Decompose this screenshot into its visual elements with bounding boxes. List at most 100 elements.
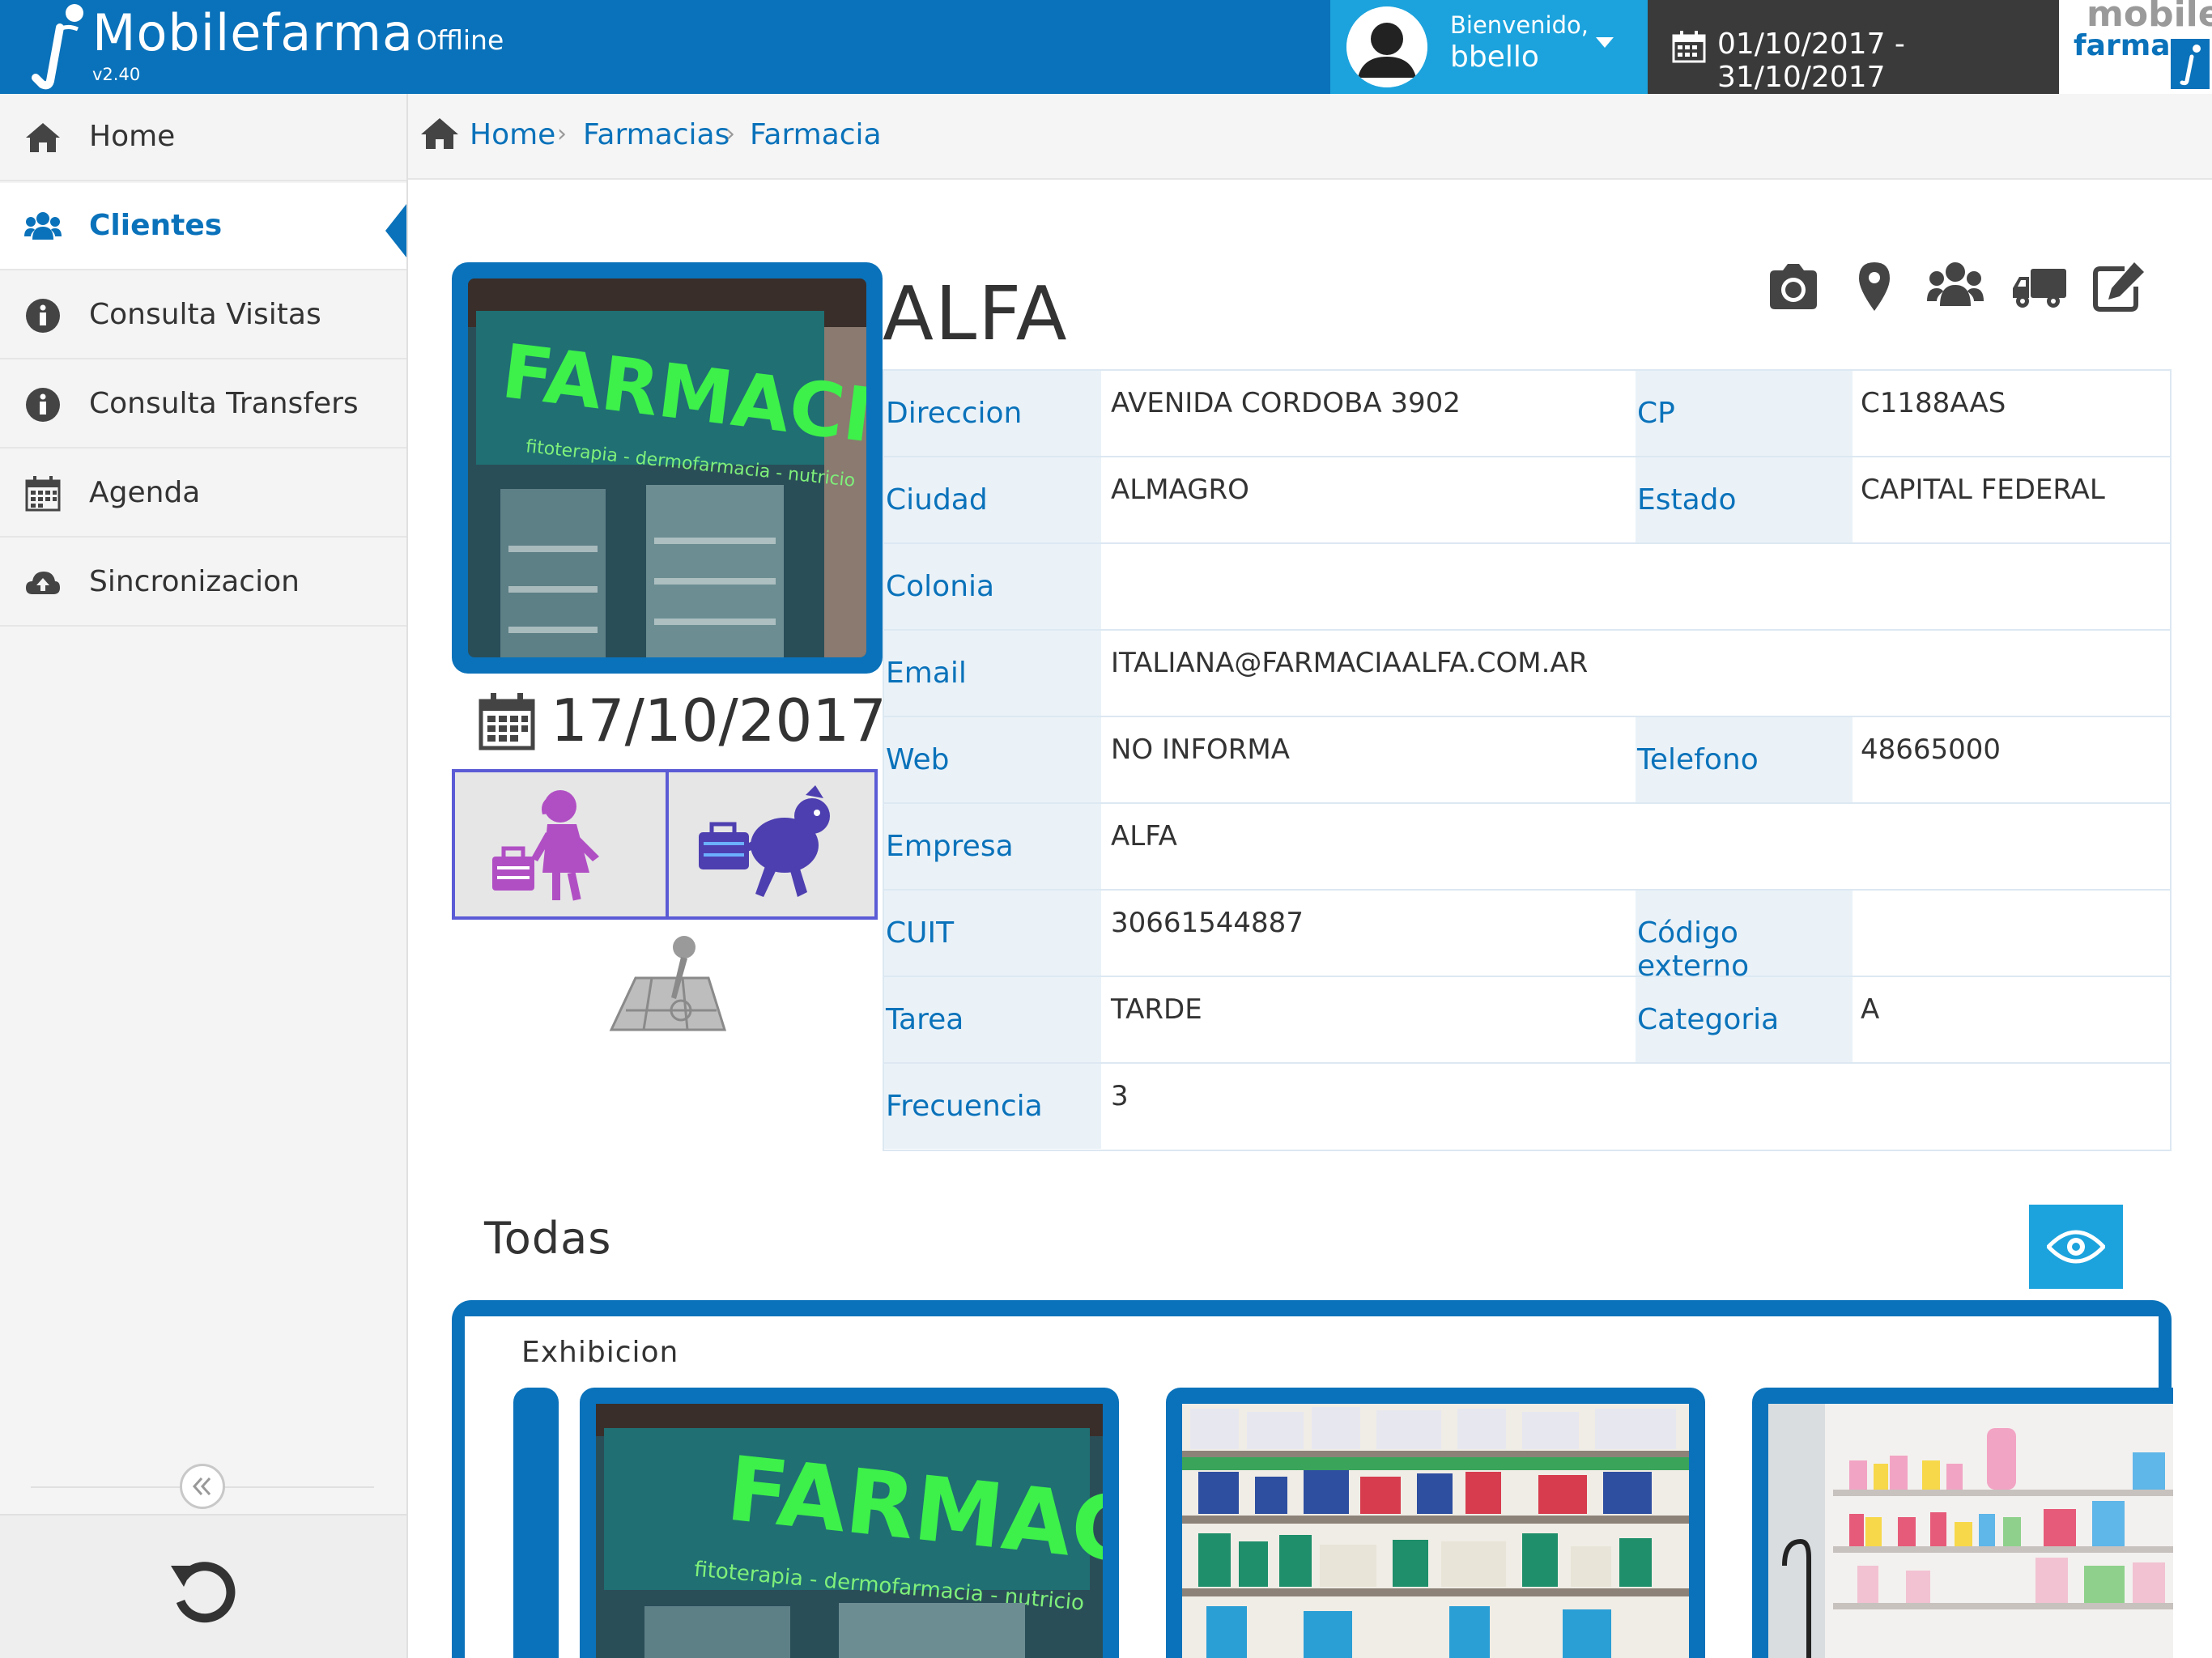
- sidebar-item-label: Consulta Visitas: [89, 298, 321, 331]
- storefront-illustration: FARMACIA fitoterapia - dermofarmacia - n…: [596, 1404, 1103, 1658]
- camera-icon[interactable]: [1765, 259, 1822, 312]
- home-icon[interactable]: [419, 115, 460, 151]
- sidebar-item-agenda[interactable]: Agenda: [0, 450, 406, 538]
- welcome-text: Bienvenido,: [1450, 11, 1589, 39]
- shelf-illustration: [1182, 1404, 1689, 1658]
- view-button[interactable]: [2029, 1205, 2123, 1289]
- truck-icon[interactable]: [2011, 259, 2068, 312]
- field-value-estado: CAPITAL FEDERAL: [1861, 474, 2105, 506]
- field-value-tarea: TARDE: [1111, 993, 1202, 1026]
- field-label-frecuencia: Frecuencia: [884, 1064, 1101, 1149]
- collapse-sidebar-button[interactable]: [180, 1464, 225, 1509]
- storefront-illustration: FARMACIA fitoterapia - dermofarmacia - n…: [468, 278, 866, 657]
- storefront-image: FARMACIA fitoterapia - dermofarmacia - n…: [468, 278, 866, 657]
- field-label-cuit: CUIT: [884, 891, 1101, 976]
- sidebar-item-label: Clientes: [89, 209, 223, 242]
- female-visitor-icon[interactable]: [470, 779, 648, 912]
- client-photo[interactable]: FARMACIA fitoterapia - dermofarmacia - n…: [452, 262, 883, 674]
- table-row: Ciudad ALMAGRO Estado CAPITAL FEDERAL: [884, 457, 2170, 544]
- info-icon: [26, 299, 60, 333]
- calendar-icon: [25, 476, 61, 512]
- field-value-empresa: ALFA: [1111, 820, 1177, 852]
- field-label-direccion: Direccion: [884, 371, 1101, 456]
- field-label-estado: Estado: [1636, 457, 1853, 542]
- sidebar-item-sincronizacion[interactable]: Sincronizacion: [0, 539, 406, 627]
- gallery-title: Todas: [484, 1213, 612, 1264]
- calendar-icon: [1672, 31, 1706, 63]
- chevron-down-icon[interactable]: [1596, 37, 1614, 48]
- table-row: Tarea TARDE Categoria A: [884, 977, 2170, 1064]
- map-marker-icon[interactable]: [1846, 259, 1903, 312]
- breadcrumb: Home › Farmacias › Farmacia: [408, 94, 2212, 180]
- field-value-frecuencia: 3: [1111, 1080, 1129, 1112]
- date-range-picker[interactable]: 01/10/2017 - 31/10/2017: [1648, 0, 2059, 94]
- field-label-web: Web: [884, 717, 1101, 802]
- client-name: ALFA: [883, 270, 1069, 357]
- field-value-cp: C1188AAS: [1861, 387, 2006, 419]
- field-value-direccion: AVENIDA CORDOBA 3902: [1111, 387, 1461, 419]
- avatar: [1346, 6, 1427, 87]
- field-label-email: Email: [884, 631, 1101, 716]
- user-menu[interactable]: Bienvenido, bbello: [1330, 0, 1648, 94]
- sidebar-item-label: Consulta Transfers: [89, 387, 359, 420]
- visit-date: 17/10/2017: [551, 687, 887, 755]
- sidebar-item-home[interactable]: Home: [0, 94, 406, 181]
- home-icon: [26, 123, 60, 152]
- field-label-cp: CP: [1636, 371, 1853, 456]
- sidebar-item-consulta-transfers[interactable]: Consulta Transfers: [0, 361, 406, 449]
- edit-icon[interactable]: [2092, 259, 2149, 312]
- calendar-icon: [479, 693, 535, 750]
- table-row: CUIT 30661544887 Código externo: [884, 891, 2170, 983]
- brand-logo: mobile farma: [2059, 0, 2212, 94]
- app-logo-icon: [32, 4, 83, 90]
- table-row: Frecuencia 3: [884, 1064, 2170, 1150]
- field-value-email: ITALIANA@FARMACIAALFA.COM.AR: [1111, 647, 1589, 679]
- male-visitor-icon[interactable]: [686, 779, 864, 912]
- app-version: v2.40: [92, 65, 141, 84]
- username: bbello: [1450, 40, 1539, 74]
- gallery-thumbnail-partial[interactable]: [513, 1388, 559, 1658]
- sidebar-item-clientes[interactable]: Clientes: [0, 183, 406, 270]
- connection-status: Offline: [416, 24, 504, 56]
- refresh-icon[interactable]: [166, 1553, 244, 1630]
- field-value-ciudad: ALMAGRO: [1111, 474, 1249, 506]
- sidebar-item-label: Sincronizacion: [89, 565, 300, 598]
- breadcrumb-home[interactable]: Home: [470, 118, 555, 151]
- breadcrumb-farmacia[interactable]: Farmacia: [750, 118, 882, 151]
- field-value-cuit: 30661544887: [1111, 907, 1304, 939]
- breadcrumb-farmacias[interactable]: Farmacias: [583, 118, 730, 151]
- baby-products-image: [1768, 1404, 2173, 1658]
- breadcrumb-separator: ›: [725, 120, 735, 148]
- field-label-colonia: Colonia: [884, 544, 1101, 629]
- map-pin-icon[interactable]: [603, 933, 733, 1042]
- table-row: Colonia: [884, 544, 2170, 631]
- eye-icon: [2047, 1230, 2105, 1264]
- date-range-text: 01/10/2017 - 31/10/2017: [1717, 28, 1905, 94]
- user-silhouette-icon: [1346, 6, 1427, 87]
- field-value-categoria: A: [1861, 993, 1880, 1026]
- table-row: Web NO INFORMA Telefono 48665000: [884, 717, 2170, 804]
- breadcrumb-separator: ›: [557, 120, 567, 148]
- sidebar: Home Clientes Consulta Visitas Consulta …: [0, 94, 408, 1658]
- field-label-codigo-externo: Código externo: [1636, 891, 1853, 983]
- gallery-panel-body: Exhibicion FARMACIA fitoterapia - dermof…: [465, 1316, 2173, 1658]
- gallery-thumbnail[interactable]: [1752, 1388, 2173, 1658]
- client-info-table: Direccion AVENIDA CORDOBA 3902 CP C1188A…: [883, 369, 2172, 1151]
- sidebar-item-consulta-visitas[interactable]: Consulta Visitas: [0, 272, 406, 359]
- info-icon: [26, 388, 60, 422]
- app-title: Mobilefarma: [92, 3, 414, 62]
- cloud-upload-icon: [26, 572, 60, 594]
- table-row: Email ITALIANA@FARMACIAALFA.COM.AR: [884, 631, 2170, 717]
- field-value-web: NO INFORMA: [1111, 733, 1290, 766]
- gallery-thumbnail[interactable]: FARMACIA fitoterapia - dermofarmacia - n…: [580, 1388, 1119, 1658]
- users-icon[interactable]: [1927, 259, 1984, 312]
- field-value-telefono: 48665000: [1861, 733, 2001, 766]
- gallery-section-title: Exhibicion: [521, 1336, 679, 1369]
- users-icon: [24, 212, 62, 240]
- brand-farma-text: farma: [2074, 29, 2171, 62]
- table-row: Empresa ALFA: [884, 804, 2170, 891]
- double-chevron-left-icon: [192, 1477, 211, 1496]
- gallery-thumbnail[interactable]: [1166, 1388, 1705, 1658]
- baby-shelf-illustration: [1768, 1404, 2173, 1658]
- status-divider: [666, 772, 669, 916]
